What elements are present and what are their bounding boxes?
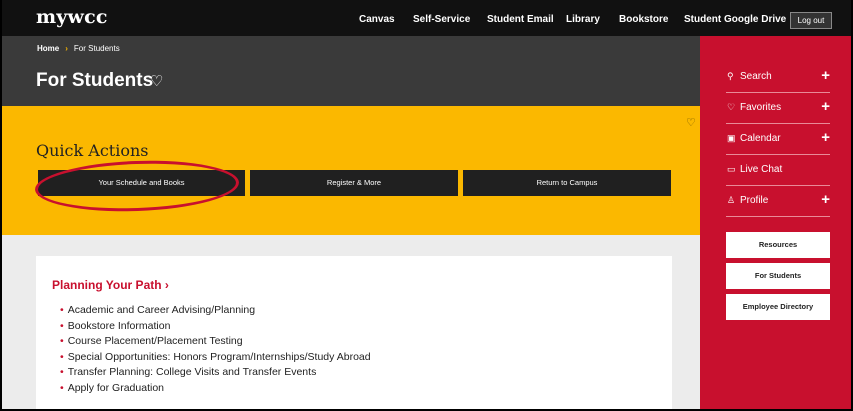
breadcrumb: Home › For Students bbox=[37, 44, 120, 53]
list-item-text: Transfer Planning: College Visits and Tr… bbox=[67, 366, 317, 379]
list-item-text: Bookstore Information bbox=[67, 319, 171, 332]
mywcc-logo[interactable]: mywcc bbox=[36, 6, 108, 28]
breadcrumb-home[interactable]: Home bbox=[37, 44, 59, 53]
nav-link-self-service[interactable]: Self-Service bbox=[413, 14, 470, 25]
bullet-icon: • bbox=[60, 381, 64, 394]
sidebar-item-label: Profile bbox=[740, 195, 769, 206]
resources-button[interactable]: Resources bbox=[726, 232, 830, 258]
bullet-icon: • bbox=[60, 366, 64, 379]
logout-button[interactable]: Log out bbox=[790, 12, 832, 29]
expand-plus-icon[interactable]: + bbox=[821, 191, 830, 208]
bullet-icon: • bbox=[60, 335, 64, 348]
heart-icon[interactable]: ♡ bbox=[686, 116, 696, 129]
chat-icon: ▭ bbox=[727, 164, 736, 174]
list-item[interactable]: • Transfer Planning: College Visits and T… bbox=[60, 366, 371, 382]
list-item-text: Special Opportunities: Honors Program/In… bbox=[67, 350, 371, 363]
sidebar-item-label: Favorites bbox=[740, 102, 782, 113]
sidebar-item-calendar[interactable]: ▣ Calendar + bbox=[726, 124, 830, 155]
expand-plus-icon[interactable]: + bbox=[821, 129, 830, 146]
list-item[interactable]: • Course Placement/Placement Testing bbox=[60, 335, 371, 351]
expand-plus-icon[interactable]: + bbox=[821, 98, 830, 115]
planning-your-path-link[interactable]: Planning Your Path › bbox=[52, 278, 169, 292]
for-students-button[interactable]: For Students bbox=[726, 263, 830, 289]
favorite-heart-icon[interactable]: ♡ bbox=[150, 72, 163, 90]
breadcrumb-separator: › bbox=[65, 44, 68, 53]
bullet-icon: • bbox=[60, 350, 64, 363]
list-item[interactable]: • Bookstore Information bbox=[60, 320, 371, 336]
list-item[interactable]: • Academic and Career Advising/Planning bbox=[60, 304, 371, 320]
sidebar-item-search[interactable]: ⚲ Search + bbox=[726, 62, 830, 93]
quick-actions-title: Quick Actions bbox=[36, 141, 149, 160]
list-item-text: Apply for Graduation bbox=[67, 381, 164, 394]
employee-directory-button[interactable]: Employee Directory bbox=[726, 294, 830, 320]
nav-link-student-google-drive[interactable]: Student Google Drive bbox=[684, 14, 786, 25]
breadcrumb-current: For Students bbox=[73, 44, 120, 53]
nav-link-student-email[interactable]: Student Email bbox=[487, 14, 554, 25]
sidebar-item-label: Live Chat bbox=[740, 164, 783, 175]
list-item[interactable]: • Apply for Graduation bbox=[60, 382, 371, 398]
nav-link-bookstore[interactable]: Bookstore bbox=[619, 14, 668, 25]
calendar-icon: ▣ bbox=[727, 133, 736, 143]
page-title: For Students bbox=[36, 70, 154, 91]
list-item-text: Academic and Career Advising/Planning bbox=[67, 304, 256, 316]
list-item-text: Course Placement/Placement Testing bbox=[67, 335, 243, 348]
sidebar-item-label: Search bbox=[740, 71, 772, 82]
nav-link-library[interactable]: Library bbox=[566, 14, 600, 25]
bullet-icon: • bbox=[60, 319, 64, 332]
user-icon: ♙ bbox=[727, 195, 736, 205]
return-to-campus-button[interactable]: Return to Campus bbox=[463, 170, 671, 196]
sidebar-item-profile[interactable]: ♙ Profile + bbox=[726, 186, 830, 217]
bullet-icon: • bbox=[60, 304, 64, 316]
heart-icon: ♡ bbox=[727, 102, 736, 112]
nav-link-canvas[interactable]: Canvas bbox=[359, 14, 395, 25]
sidebar-item-live-chat[interactable]: ▭ Live Chat bbox=[726, 155, 830, 186]
planning-list: • Academic and Career Advising/Planning •… bbox=[60, 304, 371, 398]
list-item[interactable]: • Special Opportunities: Honors Program/I… bbox=[60, 351, 371, 367]
sidebar-item-label: Calendar bbox=[740, 133, 781, 144]
expand-plus-icon[interactable]: + bbox=[821, 67, 830, 84]
register-and-more-button[interactable]: Register & More bbox=[250, 170, 458, 196]
search-icon: ⚲ bbox=[727, 71, 734, 81]
sidebar-item-favorites[interactable]: ♡ Favorites + bbox=[726, 93, 830, 124]
